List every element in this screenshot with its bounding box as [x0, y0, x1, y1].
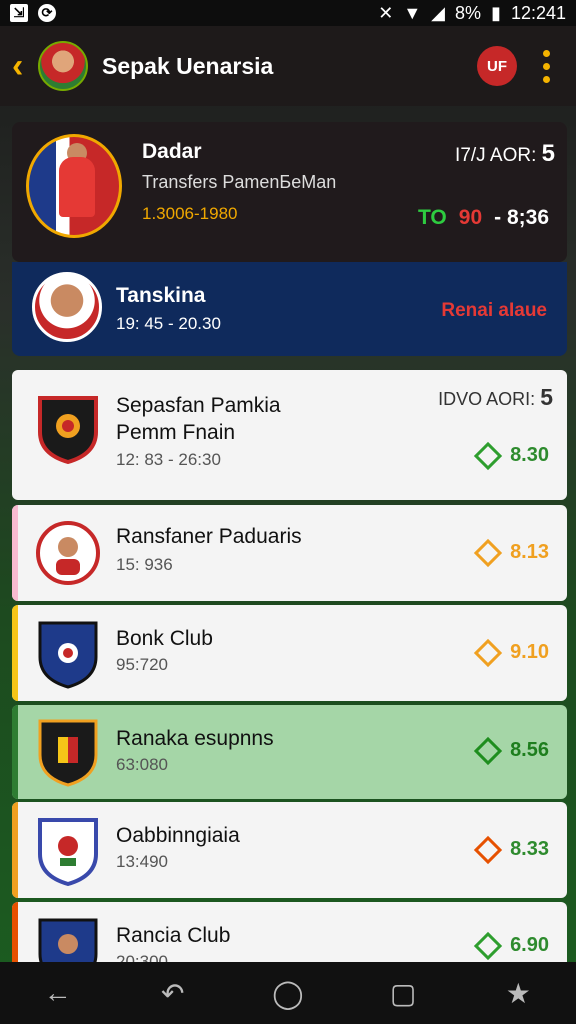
club-crest-icon — [36, 521, 100, 585]
signal-icon: ◢ — [431, 2, 446, 23]
clock: 12:241 — [510, 2, 566, 23]
row-time: 12: 83 - 26:30 — [116, 450, 221, 469]
diamond-icon — [473, 638, 503, 667]
undo-icon[interactable]: ↶ — [148, 968, 198, 1018]
odds-value: 9.10 — [510, 641, 549, 663]
odds-value: 8.33 — [510, 838, 549, 860]
back-arrow-icon[interactable]: ← — [33, 968, 83, 1018]
club-crest-icon — [38, 621, 98, 689]
odds-value: 8.30 — [510, 444, 549, 466]
row-name: Ranaka esupnns — [116, 727, 274, 750]
player-photo — [32, 272, 102, 342]
row-accent — [12, 705, 18, 799]
diamond-icon — [473, 441, 503, 470]
odds-green: TO — [417, 206, 447, 229]
status-bar: ⇲ ⟳ ✕ ▼ ◢ 8% ▮ 12:241 — [0, 0, 576, 26]
row-name: Rancia Club — [116, 924, 231, 947]
club-crest-icon — [38, 818, 98, 886]
odds-white: - 8;36 — [494, 206, 549, 229]
diamond-icon — [473, 736, 503, 765]
battery-icon: ▮ — [491, 2, 501, 23]
row-name: Sepasfan Pamkia Pemm Fnain — [116, 394, 281, 444]
sync-icon: ⟳ — [38, 4, 56, 22]
club-crest-icon — [38, 396, 98, 464]
navigation-bar: ← ↶ ◯ ▢ ★ — [0, 962, 576, 1024]
diamond-icon — [473, 835, 503, 864]
battery-label: 8% — [455, 2, 482, 23]
featured-card[interactable]: Dadar Transfers PamenБeMan 1.3006-1980 I… — [12, 122, 567, 262]
star-icon[interactable]: ★ — [493, 968, 543, 1018]
row-time: 95:720 — [116, 655, 168, 674]
row-name: Oabbinngiaia — [116, 824, 240, 847]
round-number: 5 — [540, 384, 553, 410]
odds-value: 8.13 — [510, 541, 549, 563]
odds-red: 90 — [458, 206, 483, 229]
app-bar: ‹ Sepak Uenarsia UF — [0, 26, 576, 106]
list-item[interactable]: Oabbinngiaia 13:490 8.33 — [12, 802, 567, 898]
player-photo — [26, 134, 122, 238]
diamond-icon — [473, 931, 503, 960]
featured-date: 1.3006-1980 — [142, 204, 238, 223]
row-odds[interactable]: 6.90 — [473, 931, 549, 960]
row-accent — [12, 802, 18, 898]
live-match-card[interactable]: Tanskina 19: 45 - 20.30 Renai aIaue — [12, 262, 567, 356]
recents-icon[interactable]: ▢ — [378, 968, 428, 1018]
notification-icon: ⇲ — [10, 4, 28, 22]
featured-subtitle: Transfers PamenБeMan — [142, 172, 337, 192]
club-crest-icon — [38, 719, 98, 787]
match-name: Tanskina — [116, 284, 206, 307]
row-round: IDVO AORI: 5 — [438, 384, 553, 411]
match-status: Renai aIaue — [441, 300, 547, 321]
brand-logo-icon[interactable]: UF — [477, 46, 517, 86]
row-odds[interactable]: 8.33 — [473, 835, 549, 864]
odds-value: 6.90 — [510, 934, 549, 956]
featured-odds[interactable]: TO 90 - 8;36 — [418, 206, 549, 230]
list-item[interactable]: Sepasfan Pamkia Pemm Fnain 12: 83 - 26:3… — [12, 370, 567, 500]
home-icon[interactable]: ◯ — [263, 968, 313, 1018]
round-label: IDVO AORI: — [438, 389, 536, 409]
row-time: 15: 936 — [116, 555, 173, 574]
row-odds[interactable]: 8.13 — [473, 538, 549, 567]
list-item[interactable]: Ransfaner Paduaris 15: 936 8.13 — [12, 505, 567, 601]
round-label: I7/J AOR: — [455, 145, 537, 166]
app-avatar[interactable] — [38, 41, 88, 91]
round-number: 5 — [541, 140, 555, 167]
back-chevron-icon[interactable]: ‹ — [12, 47, 32, 86]
row-name: Ransfaner Paduaris — [116, 525, 302, 548]
match-time: 19: 45 - 20.30 — [116, 314, 221, 333]
row-odds[interactable]: 8.56 — [473, 736, 549, 765]
list-item[interactable]: Bonk Club 95:720 9.10 — [12, 605, 567, 701]
odds-value: 8.56 — [510, 739, 549, 761]
more-menu-icon[interactable] — [543, 49, 550, 83]
row-time: 63:080 — [116, 755, 168, 774]
featured-name: Dadar — [142, 140, 202, 163]
row-odds[interactable]: 9.10 — [473, 638, 549, 667]
row-accent — [12, 505, 18, 601]
row-accent — [12, 605, 18, 701]
list-item-selected[interactable]: Ranaka esupnns 63:080 8.56 — [12, 705, 567, 799]
diamond-icon — [473, 538, 503, 567]
row-odds[interactable]: 8.30 — [473, 441, 549, 470]
row-name: Bonk Club — [116, 627, 213, 650]
row-time: 13:490 — [116, 852, 168, 871]
featured-round: I7/J AOR: 5 — [455, 140, 555, 168]
wifi-icon: ▼ — [403, 2, 422, 23]
mute-icon: ✕ — [378, 2, 394, 23]
app-title: Sepak Uenarsia — [102, 52, 274, 79]
